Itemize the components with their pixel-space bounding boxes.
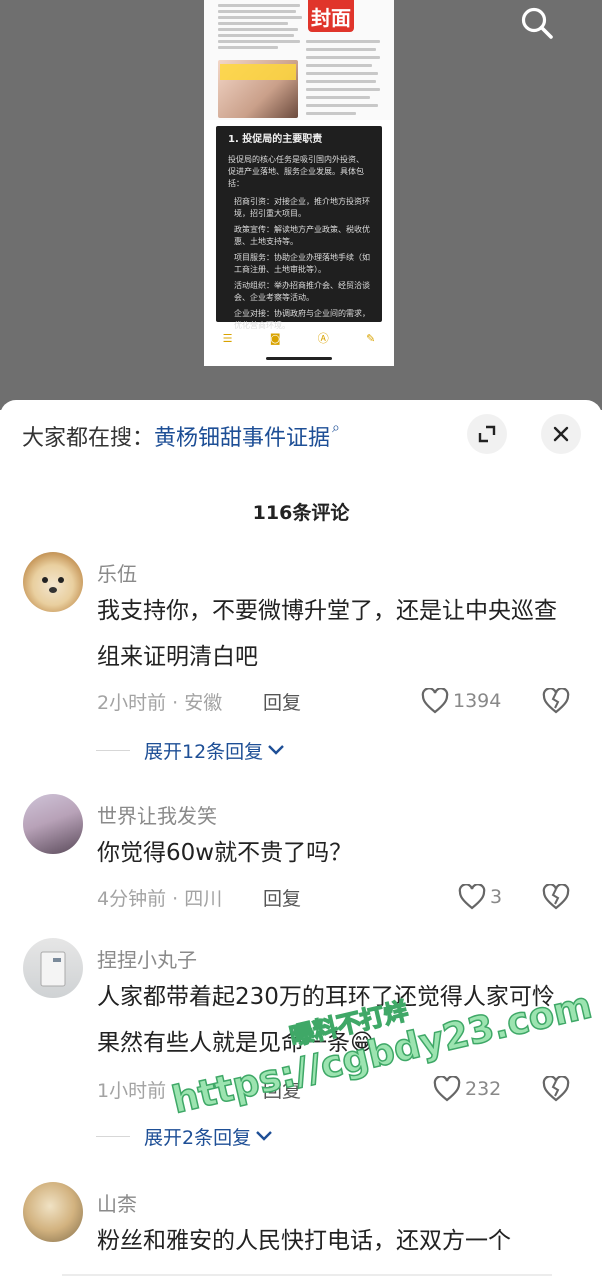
video-frame-phone-screenshot: 封面 1. 投促局的主要职责 投促局的核心任务是吸引国内外投资、促进产业落地、服… (204, 0, 394, 366)
card-intro: 投促局的核心任务是吸引国内外投资、促进产业落地、服务企业发展。具体包括： (228, 155, 364, 188)
like-count: 1394 (453, 690, 502, 712)
card-heading: 1. 投促局的主要职责 (228, 134, 323, 145)
reply-button[interactable]: 回复 (263, 884, 301, 911)
expand-replies-label: 展开12条回复 (144, 740, 264, 763)
search-small-icon: ⌕ (332, 420, 340, 436)
comment-author[interactable]: 捏捏小丸子 (97, 944, 197, 973)
comment-time-location: 4分钟前 · 四川 (97, 888, 223, 910)
card-item: 项目服务：协助企业办理落地手续（如工商注册、土地审批等）。 (234, 253, 370, 274)
notes-toolbar: ☰ ◙ Ⓐ ✎ (204, 326, 394, 350)
chevron-down-icon (268, 745, 285, 755)
broken-heart-icon (542, 884, 570, 910)
comment-time-location: 1小时前 (97, 1080, 167, 1102)
comment-text: 你觉得60w就不贵了吗？ (97, 840, 353, 866)
document-page: 封面 (204, 0, 394, 120)
like-button[interactable]: 3 (458, 882, 502, 912)
avatar[interactable] (23, 794, 83, 854)
reply-button[interactable]: 回复 (263, 1076, 301, 1103)
heart-icon (458, 884, 486, 910)
avatar[interactable] (23, 1182, 83, 1242)
dislike-button[interactable] (541, 882, 571, 912)
trending-search-suggestion[interactable]: 大家都在搜： 黄杨钿甜事件证据 ⌕ (22, 418, 340, 454)
video-player[interactable]: 封面 1. 投促局的主要职责 投促局的核心任务是吸引国内外投资、促进产业落地、服… (0, 0, 602, 410)
comment-text: 粉丝和雅安的人民快打电话，还双方一个 (97, 1228, 511, 1254)
dislike-button[interactable] (541, 686, 571, 716)
close-button[interactable] (541, 414, 581, 454)
comment-author[interactable]: 乐伍 (97, 558, 137, 587)
comment-author[interactable]: 世界让我发笑 (97, 800, 217, 829)
expand-icon (478, 425, 496, 443)
comment-text: 我支持你，不要微博升堂了，还是让中央巡查组来证明清白吧 (97, 598, 557, 670)
comment-text: 人家都带着起230万的耳环了还觉得人家可怜果然有些人就是见命一条😁 (97, 984, 555, 1056)
broken-heart-icon (542, 688, 570, 714)
chevron-down-icon (256, 1131, 272, 1141)
like-count: 232 (465, 1078, 502, 1100)
avatar[interactable] (23, 552, 83, 612)
reply-button[interactable]: 回复 (263, 688, 301, 715)
expand-replies-button[interactable]: 展开2条回复 (96, 1122, 273, 1150)
comment-time-location: 2小时前 · 安徽 (97, 692, 223, 714)
card-item: 活动组织：举办招商推介会、经贸洽谈会、企业考察等活动。 (234, 281, 370, 302)
broken-heart-icon (542, 1076, 570, 1102)
expand-replies-button[interactable]: 展开12条回复 (96, 736, 285, 764)
expand-replies-label: 展开2条回复 (144, 1126, 252, 1149)
heart-icon (433, 1076, 461, 1102)
suggestion-term[interactable]: 黄杨钿甜事件证据 (154, 420, 330, 452)
markup-icon: Ⓐ (317, 332, 329, 345)
fullscreen-expand-button[interactable] (467, 414, 507, 454)
home-indicator (266, 357, 332, 360)
like-count: 3 (490, 886, 503, 908)
document-photo (218, 60, 298, 118)
dislike-button[interactable] (541, 1074, 571, 1104)
like-button[interactable]: 1394 (421, 686, 501, 716)
comment-count: 116条评论 (252, 502, 350, 524)
search-icon[interactable] (512, 0, 562, 46)
document-dark-card: 1. 投促局的主要职责 投促局的核心任务是吸引国内外投资、促进产业落地、服务企业… (216, 126, 382, 330)
suggestion-prefix: 大家都在搜： (22, 426, 155, 451)
comment-sheet: 大家都在搜： 黄杨钿甜事件证据 ⌕ 116条评论 乐伍 我支持你，不要微博升堂了… (0, 400, 602, 1280)
like-button[interactable]: 232 (433, 1074, 501, 1104)
avatar[interactable] (23, 938, 83, 998)
document-cover-logo: 封面 (308, 0, 354, 32)
close-icon (553, 426, 569, 442)
card-item: 政策宣传：解读地方产业政策、税收优惠、土地支持等。 (234, 225, 370, 246)
heart-icon (421, 688, 449, 714)
comment-author[interactable]: 山柰 (97, 1188, 137, 1217)
compose-icon: ✎ (366, 331, 376, 345)
checklist-icon: ☰ (222, 331, 233, 345)
camera-icon: ◙ (269, 331, 281, 345)
divider (62, 1274, 552, 1276)
card-item: 招商引资：对接企业，推介地方投资环境，招引重大项目。 (234, 197, 370, 218)
